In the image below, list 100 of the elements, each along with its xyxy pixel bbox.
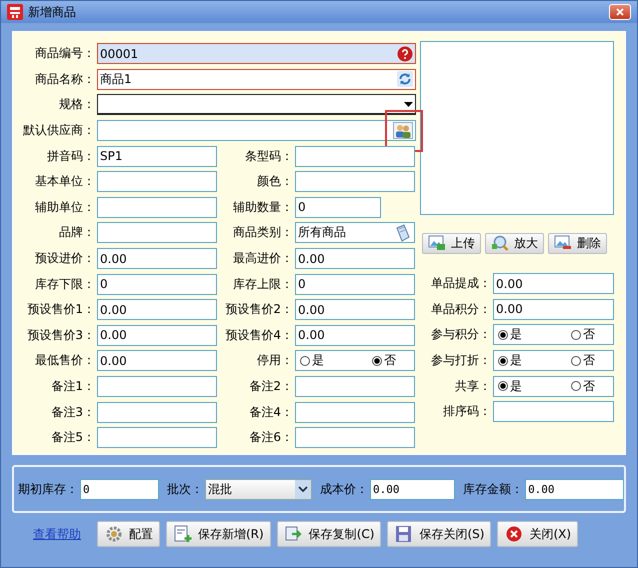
input-field[interactable]: 0.00 <box>97 324 217 346</box>
input-field[interactable] <box>295 171 415 192</box>
form-add-icon <box>173 525 193 543</box>
input-field[interactable]: 0.00 <box>97 299 217 320</box>
footer-button[interactable]: 关闭(X) <box>497 521 578 547</box>
copy-icon <box>284 525 304 543</box>
radio-option[interactable]: 否 <box>571 352 595 370</box>
field-label: 单品提成： <box>430 275 492 292</box>
input-field[interactable]: 0.00 <box>97 248 217 270</box>
field-label: 拼音码： <box>46 148 96 165</box>
input-field[interactable]: 0.00 <box>370 478 456 500</box>
input-field[interactable]: 0.00 <box>493 273 614 294</box>
dropdown-arrow-icon <box>404 102 413 107</box>
close-button[interactable] <box>609 4 631 20</box>
field-label: 备注6： <box>248 429 294 446</box>
field-label: 辅助数量： <box>232 198 294 216</box>
radio-option[interactable]: 是 <box>300 352 324 370</box>
footer-button[interactable]: 保存复制(C) <box>276 521 382 547</box>
help-icon <box>397 46 413 62</box>
field-label: 预设售价3： <box>26 326 96 344</box>
image-button[interactable]: 放大 <box>485 232 544 254</box>
radio-option[interactable]: 是 <box>498 326 522 344</box>
app-logo-icon <box>7 4 23 20</box>
input-field[interactable]: 0 <box>80 478 160 500</box>
field-label: 批次： <box>167 480 204 498</box>
book-icon <box>394 224 412 242</box>
field-label: 参与积分： <box>430 326 492 344</box>
people-icon <box>395 124 411 138</box>
input-field[interactable]: 0.00 <box>295 299 415 320</box>
refresh-icon <box>397 71 413 88</box>
input-field[interactable] <box>295 402 415 423</box>
batch-dropdown[interactable]: 混批 <box>205 478 312 500</box>
field-label: 预设售价4： <box>224 326 294 344</box>
field-label: 预设售价2： <box>224 301 294 318</box>
field-label: 基本单位： <box>34 173 96 190</box>
field-label: 商品类别： <box>232 224 294 242</box>
field-label: 预设售价1： <box>26 301 96 318</box>
footer-button[interactable]: 保存新增(R) <box>166 521 271 547</box>
input-field[interactable] <box>97 427 217 448</box>
input-field[interactable] <box>97 171 217 192</box>
supplier-picker-button[interactable] <box>393 122 413 140</box>
input-field[interactable]: 0.00 <box>295 248 415 270</box>
field-label: 品牌： <box>58 224 96 242</box>
input-field[interactable]: 0 <box>97 274 217 295</box>
chevron-down-icon <box>298 486 308 492</box>
input-field[interactable]: 0.00 <box>493 298 614 320</box>
input-field[interactable] <box>295 146 415 167</box>
field-label: 商品名称： <box>34 70 96 88</box>
field-label: 库存下限： <box>34 276 96 293</box>
input-field[interactable]: 0 <box>295 196 381 218</box>
magnifier-icon <box>491 235 509 251</box>
close-icon <box>616 8 624 16</box>
input-field[interactable] <box>97 376 217 398</box>
input-field[interactable] <box>493 401 614 422</box>
field-label: 库存上限： <box>232 276 294 293</box>
input-field[interactable] <box>97 120 416 142</box>
input-field[interactable]: 0 <box>295 274 415 295</box>
field-label: 商品编号： <box>34 45 96 62</box>
field-label: 最高进价： <box>232 250 294 268</box>
window-title: 新增商品 <box>28 4 77 20</box>
gear-icon <box>104 525 124 543</box>
input-field[interactable] <box>97 196 217 218</box>
image-button[interactable]: 上传 <box>422 232 481 254</box>
radio-option[interactable]: 是 <box>498 378 522 395</box>
input-field[interactable] <box>295 376 415 398</box>
image-button[interactable]: 删除 <box>548 232 607 254</box>
image-add-icon <box>428 235 446 251</box>
field-label: 备注5： <box>50 429 96 446</box>
input-field[interactable]: 00001 <box>97 43 416 64</box>
field-label: 单品积分： <box>430 300 492 318</box>
field-label: 颜色： <box>256 173 294 190</box>
close-icon <box>504 525 524 543</box>
footer-button[interactable]: 保存关闭(S) <box>387 521 492 547</box>
radio-option[interactable]: 否 <box>571 378 595 395</box>
field-label: 成本价： <box>320 480 369 498</box>
input-field[interactable]: 商品1 <box>97 68 416 90</box>
field-label: 规格： <box>58 96 96 114</box>
input-field[interactable]: 0.00 <box>295 324 415 346</box>
input-field[interactable]: SP1 <box>97 146 217 167</box>
input-field[interactable]: 所有商品 <box>295 222 415 244</box>
input-field[interactable] <box>295 427 415 448</box>
field-label: 库存金额： <box>463 480 524 498</box>
field-label: 辅助单位： <box>34 198 96 216</box>
field-label: 备注2： <box>248 378 294 396</box>
input-field[interactable]: 0.00 <box>97 350 217 372</box>
radio-option[interactable]: 否 <box>571 326 595 344</box>
field-label: 期初库存： <box>18 480 79 498</box>
field-label: 共享： <box>454 378 492 395</box>
radio-option[interactable]: 否 <box>372 352 396 370</box>
input-field[interactable] <box>97 402 217 423</box>
field-label: 备注4： <box>248 404 294 421</box>
field-label: 默认供应商： <box>22 122 96 140</box>
input-field[interactable] <box>97 94 416 116</box>
radio-option[interactable]: 是 <box>498 352 522 370</box>
input-field[interactable]: 0.00 <box>525 478 624 500</box>
input-field[interactable] <box>97 222 217 244</box>
footer-button[interactable]: 配置 <box>97 521 160 547</box>
field-label: 条型码： <box>244 148 294 165</box>
field-label: 排序码： <box>442 403 492 420</box>
field-label: 停用： <box>256 352 294 370</box>
